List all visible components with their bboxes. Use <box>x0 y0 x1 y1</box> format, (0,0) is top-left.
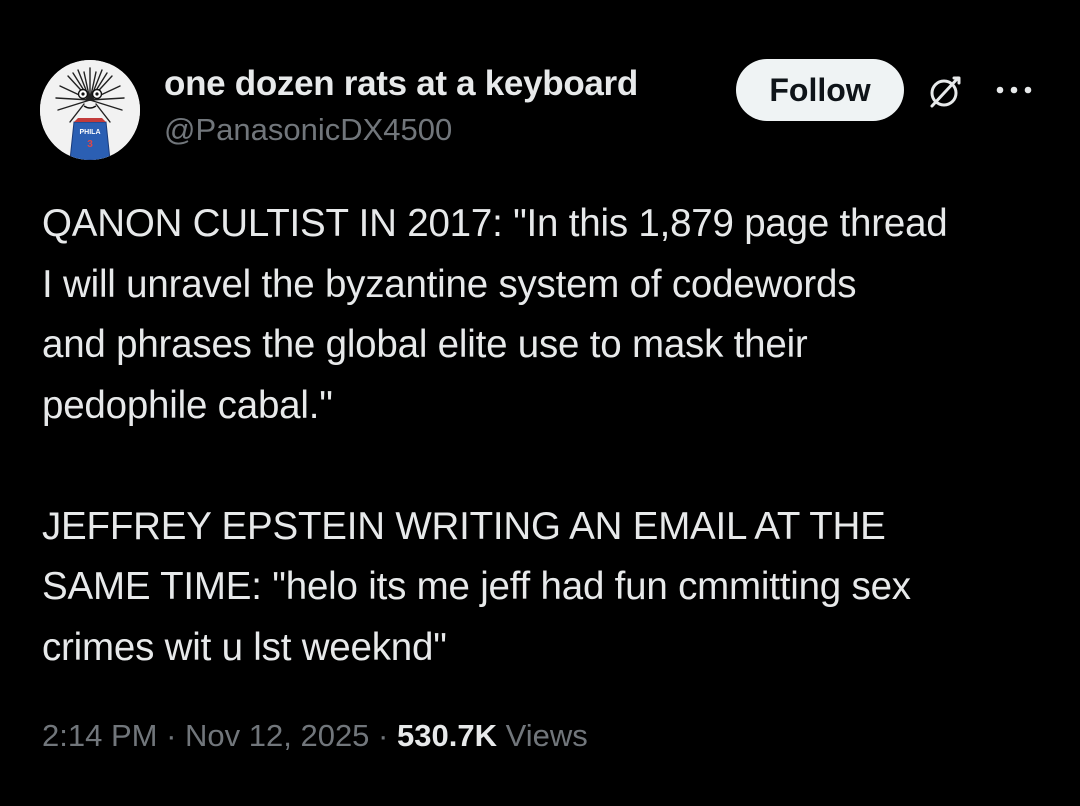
meta-separator: · <box>157 718 186 753</box>
display-name[interactable]: one dozen rats at a keyboard <box>164 64 638 104</box>
hairy-creature-avatar-icon: PHILA 3 <box>40 60 140 160</box>
tweet-text: QANON CULTIST IN 2017: "In this 1,879 pa… <box>42 202 948 669</box>
grok-icon[interactable] <box>924 72 964 112</box>
svg-text:3: 3 <box>87 139 93 150</box>
views-label: Views <box>496 718 588 753</box>
avatar-jersey-text: PHILA <box>80 129 101 136</box>
views-count: 530.7K <box>397 718 497 753</box>
tweet-meta: 2:14 PM · Nov 12, 2025 · 530.7K Views <box>42 718 588 754</box>
more-dots-icon[interactable] <box>992 76 1036 104</box>
follow-button[interactable]: Follow <box>736 59 904 121</box>
meta-separator: · <box>369 718 397 753</box>
tweet-card: PHILA 3 one dozen rats at a keyboard @Pa… <box>0 0 1080 806</box>
avatar[interactable]: PHILA 3 <box>40 60 140 160</box>
user-handle[interactable]: @PanasonicDX4500 <box>164 112 452 148</box>
tweet-date[interactable]: Nov 12, 2025 <box>185 718 369 753</box>
tweet-time[interactable]: 2:14 PM <box>42 718 157 753</box>
